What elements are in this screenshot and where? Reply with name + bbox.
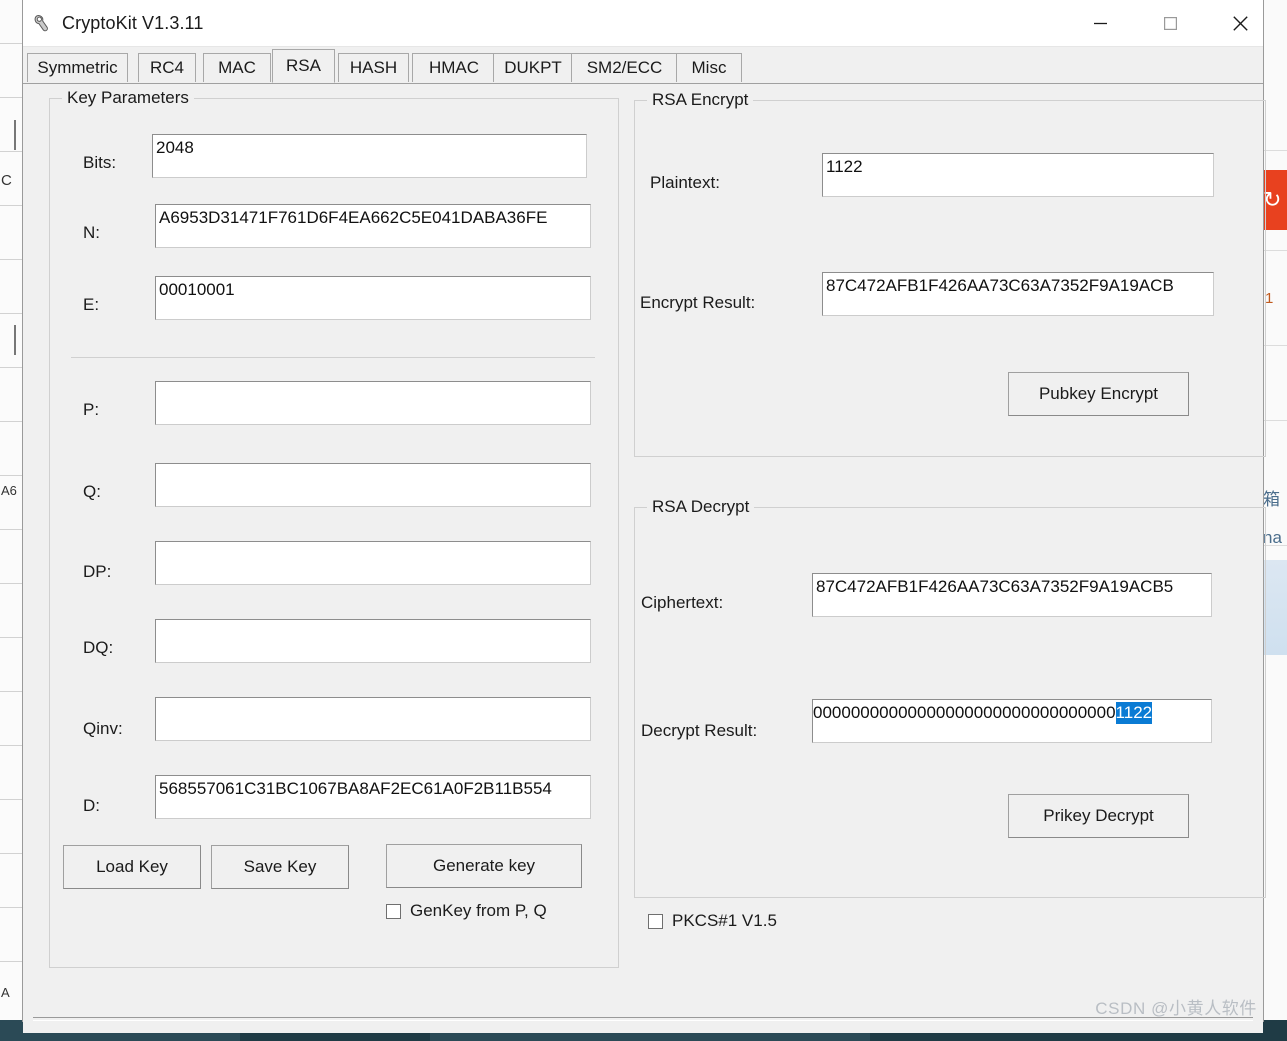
tab-hash[interactable]: HASH <box>338 53 409 82</box>
p-input[interactable] <box>155 381 591 425</box>
d-label: D: <box>83 796 100 815</box>
d-input[interactable]: 568557061C31BC1067BA8AF2EC61A0F2B11B554 <box>155 775 591 819</box>
wrench-icon <box>31 12 53 34</box>
p-label: P: <box>83 400 100 419</box>
tab-mac[interactable]: MAC <box>203 53 271 82</box>
pubkey-encrypt-button[interactable]: Pubkey Encrypt <box>1008 372 1189 416</box>
qinv-input[interactable] <box>155 697 591 741</box>
n-input[interactable]: A6953D31471F761D6F4EA662C5E041DABA36FE <box>155 204 591 248</box>
bg-right-panel <box>1263 560 1287 655</box>
tab-rsa[interactable]: RSA <box>272 49 335 83</box>
qinv-label: Qinv: <box>83 719 123 738</box>
window-title: CryptoKit V1.3.11 <box>62 12 204 33</box>
bits-input[interactable]: 2048 <box>152 134 587 178</box>
checkbox-box-icon[interactable] <box>386 903 401 919</box>
rsa-encrypt-title: RSA Encrypt <box>647 90 754 110</box>
background-window-left[interactable]: C A6 A <box>0 0 23 1020</box>
encrypt-result-value: 87C472AFB1F426AA73C63A7352F9A19ACB <box>826 276 1174 295</box>
key-parameters-title: Key Parameters <box>62 88 194 108</box>
n-value: A6953D31471F761D6F4EA662C5E041DABA36FE <box>159 208 548 227</box>
prikey-decrypt-button[interactable]: Prikey Decrypt <box>1008 794 1189 838</box>
encrypt-result-label: Encrypt Result: <box>640 293 756 312</box>
generate-key-button[interactable]: Generate key <box>386 844 582 888</box>
q-label: Q: <box>83 482 101 501</box>
q-input[interactable] <box>155 463 591 507</box>
plaintext-label: Plaintext: <box>650 173 720 192</box>
decrypt-result-input[interactable]: 00000000000000000000000000000000 1122 <box>812 699 1212 743</box>
e-value: 00010001 <box>159 280 235 299</box>
bg-left-glyph-2: A6 <box>1 483 17 498</box>
checkbox-box-icon[interactable] <box>648 913 663 929</box>
ciphertext-label: Ciphertext: <box>641 593 724 612</box>
tab-hmac[interactable]: HMAC <box>412 53 496 82</box>
dq-label: DQ: <box>83 638 114 657</box>
decrypt-result-label: Decrypt Result: <box>641 721 758 740</box>
bits-value: 2048 <box>156 138 194 157</box>
genkey-from-pq-label: GenKey from P, Q <box>410 901 547 920</box>
title-bar: CryptoKit V1.3.11 <box>23 0 1263 47</box>
n-label: N: <box>83 223 100 242</box>
dp-label: DP: <box>83 562 112 581</box>
rsa-decrypt-title: RSA Decrypt <box>647 497 755 517</box>
encrypt-result-input[interactable]: 87C472AFB1F426AA73C63A7352F9A19ACB <box>822 272 1214 316</box>
decrypt-result-selection: 1122 <box>1115 702 1153 724</box>
genkey-from-pq-checkbox[interactable]: GenKey from P, Q <box>386 901 547 921</box>
tab-symmetric[interactable]: Symmetric <box>27 53 128 82</box>
section-divider <box>71 357 595 358</box>
tab-misc[interactable]: Misc <box>676 53 742 82</box>
plaintext-input[interactable]: 1122 <box>822 153 1214 197</box>
tab-strip: Symmetric RC4 MAC RSA HASH HMAC DUKPT SM… <box>23 47 1263 84</box>
dq-input[interactable] <box>155 619 591 663</box>
e-label: E: <box>83 295 100 314</box>
pkcs1-v15-label: PKCS#1 V1.5 <box>672 911 777 930</box>
decrypt-result-prefix: 00000000000000000000000000000000 <box>813 703 1116 722</box>
d-value: 568557061C31BC1067BA8AF2EC61A0F2B11B554 <box>159 779 552 798</box>
save-key-button[interactable]: Save Key <box>211 845 349 889</box>
minimize-button[interactable] <box>1077 0 1123 46</box>
plaintext-value: 1122 <box>826 157 863 176</box>
load-key-button[interactable]: Load Key <box>63 845 201 889</box>
e-input[interactable]: 00010001 <box>155 276 591 320</box>
tab-sm2-ecc[interactable]: SM2/ECC <box>571 53 678 82</box>
close-button[interactable] <box>1217 0 1263 46</box>
dp-input[interactable] <box>155 541 591 585</box>
pkcs1-v15-checkbox[interactable]: PKCS#1 V1.5 <box>648 911 777 931</box>
tab-panel-rsa: Key Parameters Bits: 2048 N: A6953D31471… <box>23 84 1266 1033</box>
bits-label: Bits: <box>83 153 117 172</box>
bg-left-glyph-3: A <box>1 985 10 1000</box>
ciphertext-value: 87C472AFB1F426AA73C63A7352F9A19ACB5 <box>816 577 1174 596</box>
ciphertext-input[interactable]: 87C472AFB1F426AA73C63A7352F9A19ACB5 <box>812 573 1212 617</box>
status-bar-divider <box>33 1017 1253 1021</box>
bg-left-glyph: C <box>1 172 12 189</box>
bg-right-orange-badge: ↻ <box>1263 170 1287 230</box>
tab-dukpt[interactable]: DUKPT <box>493 53 573 82</box>
cryptokit-window: CryptoKit V1.3.11 Symmetric RC4 MAC RSA … <box>22 0 1266 1033</box>
maximize-button[interactable] <box>1147 0 1193 46</box>
tab-rc4[interactable]: RC4 <box>138 53 196 82</box>
bg-right-number: 1 <box>1265 290 1274 307</box>
